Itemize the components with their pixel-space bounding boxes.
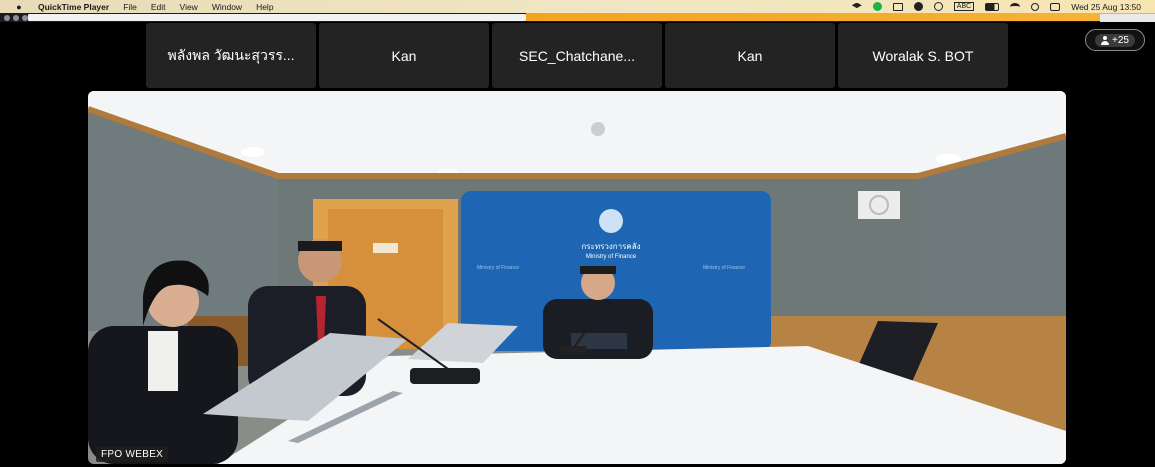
menu-view[interactable]: View <box>180 2 198 12</box>
participant-name: Woralak S. BOT <box>872 47 974 64</box>
more-participants-count: +25 <box>1112 34 1129 46</box>
menu-clock[interactable]: Wed 25 Aug 13:50 <box>1071 2 1141 12</box>
video-frame: กระทรวงการคลัง Ministry of Finance Minis… <box>88 91 1066 464</box>
line-app-icon[interactable] <box>872 2 882 11</box>
participant-tile[interactable]: SEC_Chatchane... <box>492 23 662 88</box>
menu-window[interactable]: Window <box>212 2 242 12</box>
participant-name: Kan <box>391 47 417 64</box>
backdrop-repeat: Ministry of Finance <box>477 265 519 271</box>
apple-menu-icon[interactable]: ● <box>14 2 24 12</box>
participant-name: SEC_Chatchane... <box>519 47 635 64</box>
menu-edit[interactable]: Edit <box>151 2 166 12</box>
more-participants-pill: +25 <box>1095 33 1135 47</box>
presenter-body <box>543 299 653 359</box>
battery-icon[interactable] <box>985 2 1000 11</box>
participant-tile[interactable]: พลังพล วัฒนะสุวรร... <box>146 23 316 88</box>
more-participants-button[interactable]: +25 <box>1085 29 1145 51</box>
wifi-icon[interactable] <box>1010 2 1021 11</box>
vpn-icon[interactable] <box>913 2 923 11</box>
microphone-base <box>560 346 586 354</box>
ceiling-sensor <box>591 122 605 136</box>
time-machine-icon[interactable] <box>933 2 943 11</box>
dropbox-icon[interactable] <box>851 2 862 9</box>
backdrop-title: กระทรวงการคลัง <box>581 242 640 251</box>
presenter-hair <box>580 266 616 274</box>
input-source-indicator[interactable]: ABC <box>953 2 975 11</box>
spotlight-search-icon[interactable] <box>1031 2 1040 11</box>
desktop-wallpaper-corner <box>1100 14 1155 22</box>
participant-tile[interactable]: Woralak S. BOT <box>838 23 1008 88</box>
window-title-bar <box>28 14 526 21</box>
speaker-name-label: FPO WEBEX <box>96 447 169 462</box>
window-controls <box>4 15 28 21</box>
door-sign <box>373 243 398 253</box>
ministry-seal-icon <box>599 209 623 233</box>
participant-strip: พลังพล วัฒนะสุวรร... Kan SEC_Chatchane..… <box>146 23 1008 88</box>
backdrop-subtitle: Ministry of Finance <box>586 254 637 260</box>
window-close-icon[interactable] <box>4 15 10 21</box>
man-hair <box>298 241 342 251</box>
woman-blouse <box>148 331 178 391</box>
ceiling-light <box>241 147 265 157</box>
person-icon <box>1101 35 1110 45</box>
window-minimize-icon[interactable] <box>13 15 19 21</box>
microphone-base <box>410 368 480 384</box>
menu-file[interactable]: File <box>123 2 137 12</box>
backdrop-repeat: Ministry of Finance <box>703 265 745 271</box>
participant-tile[interactable]: Kan <box>319 23 489 88</box>
menu-app-name[interactable]: QuickTime Player <box>38 2 109 12</box>
active-speaker-video[interactable]: กระทรวงการคลัง Ministry of Finance Minis… <box>88 91 1066 464</box>
participant-name: พลังพล วัฒนะสุวรร... <box>167 46 295 63</box>
screen-record-icon[interactable] <box>892 2 903 11</box>
mac-menu-bar: ● QuickTime Player File Edit View Window… <box>0 0 1155 13</box>
menu-help[interactable]: Help <box>256 2 273 12</box>
participant-name: Kan <box>737 47 763 64</box>
participant-tile[interactable]: Kan <box>665 23 835 88</box>
control-center-icon[interactable] <box>1050 2 1061 11</box>
desktop-wallpaper-strip <box>526 13 1155 21</box>
